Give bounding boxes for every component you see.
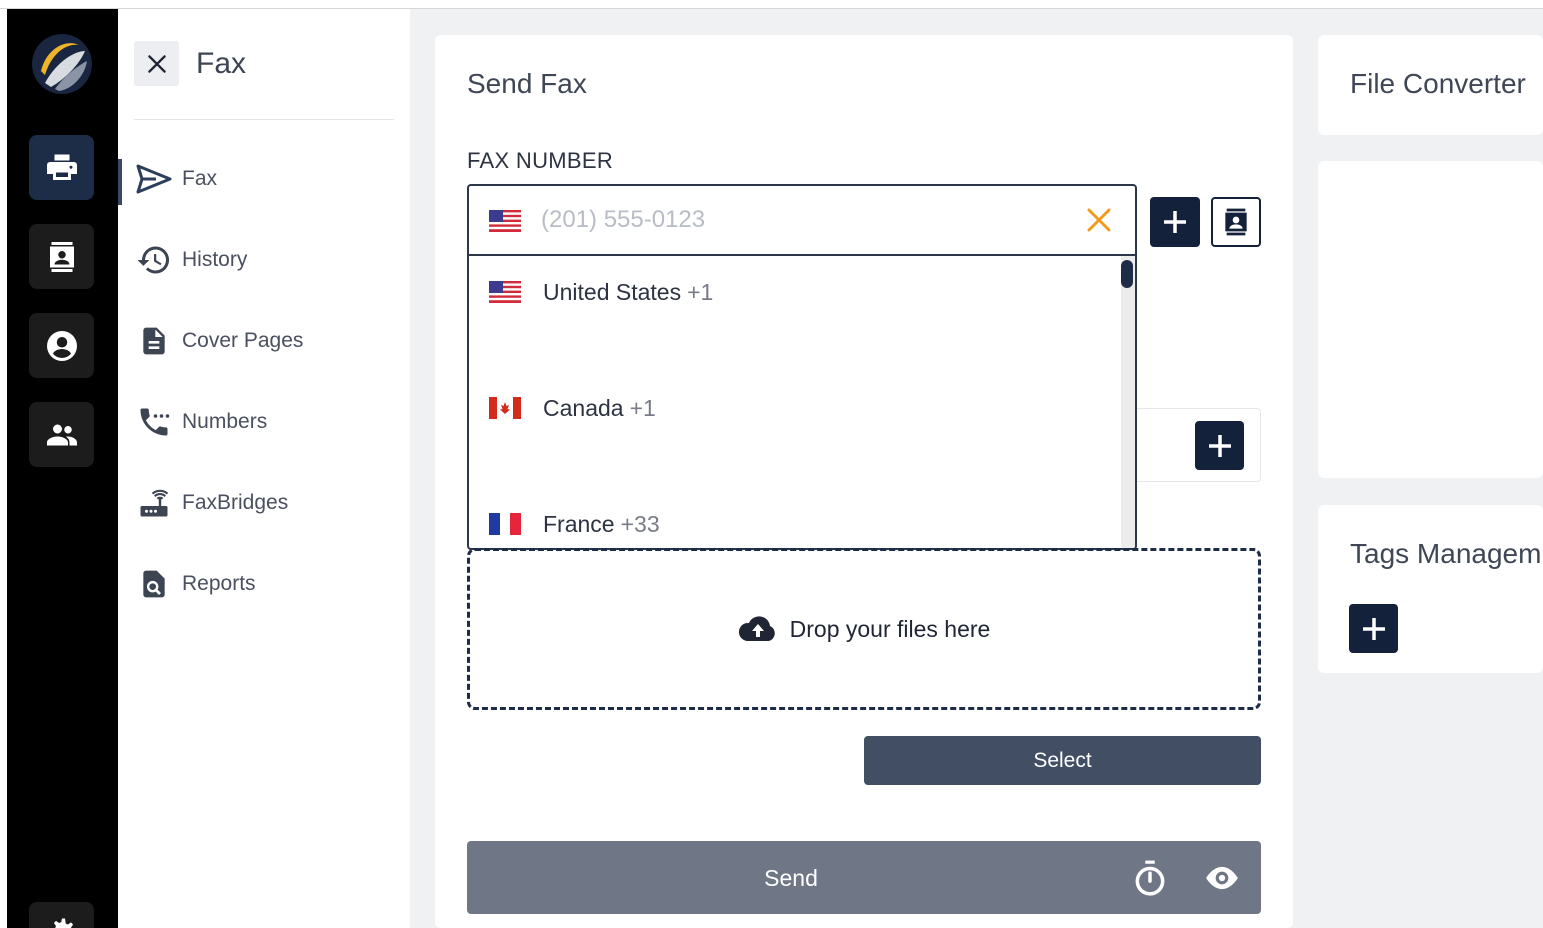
app-logo <box>29 31 95 97</box>
add-recipient-button[interactable] <box>1150 197 1200 247</box>
tags-management-title: Tags Managem <box>1350 538 1542 569</box>
send-button[interactable]: Send <box>467 841 1261 914</box>
canada-flag-icon <box>489 397 521 419</box>
timer-icon[interactable] <box>1131 859 1169 897</box>
nav-item-numbers[interactable]: Numbers <box>118 396 410 448</box>
send-icon <box>136 161 172 197</box>
nav-item-label: History <box>182 248 248 271</box>
dropzone-text: Drop your files here <box>789 615 991 642</box>
nav-item-cover-pages[interactable]: Cover Pages <box>118 315 410 367</box>
nav-item-label: Reports <box>182 572 256 595</box>
gear-icon <box>53 918 73 928</box>
add-cover-page-button[interactable] <box>1195 421 1244 470</box>
country-option-canada[interactable]: Canada +1 <box>469 378 1119 438</box>
us-flag-icon <box>489 281 521 303</box>
country-name: Canada <box>543 394 624 421</box>
contact-card-icon <box>49 241 74 272</box>
clear-input-icon[interactable] <box>1083 204 1115 236</box>
contact-card-icon <box>1225 208 1247 236</box>
user-circle-icon <box>46 330 77 361</box>
rail-account-button[interactable] <box>29 313 94 378</box>
nav-item-faxbridges[interactable]: FaxBridges <box>118 477 410 529</box>
send-fax-title: Send Fax <box>467 68 587 99</box>
router-icon <box>136 485 172 521</box>
file-dropzone[interactable]: Drop your files here <box>467 548 1261 710</box>
nav-item-reports[interactable]: Reports <box>118 558 410 610</box>
fax-number-input[interactable] <box>541 204 1061 236</box>
add-tag-button[interactable] <box>1349 604 1398 653</box>
nav-item-label: FaxBridges <box>182 491 289 514</box>
rail-contacts-button[interactable] <box>29 224 94 289</box>
country-option-us[interactable]: United States +1 <box>469 262 1119 322</box>
country-code: +1 <box>687 278 714 305</box>
printer-icon <box>46 154 77 180</box>
history-icon <box>136 242 172 278</box>
country-name: France <box>543 510 615 537</box>
rail-team-button[interactable] <box>29 402 94 467</box>
nav-item-history[interactable]: History <box>118 234 410 286</box>
country-option-france[interactable]: France +33 <box>469 494 1119 548</box>
country-name: United States <box>543 278 682 305</box>
fax-number-label: FAX NUMBER <box>467 148 614 173</box>
france-flag-icon <box>489 513 521 535</box>
plus-icon <box>1164 211 1186 233</box>
dropdown-scrollbar[interactable] <box>1121 256 1135 548</box>
nav-item-label: Cover Pages <box>182 329 304 352</box>
left-gutter <box>0 9 7 928</box>
contacts-picker-button[interactable] <box>1211 197 1261 247</box>
country-code: +33 <box>620 510 660 537</box>
icon-rail <box>7 9 118 928</box>
tags-management-card: Tags Managem <box>1318 505 1543 673</box>
sub-navigation: Fax Fax History Cover Pages Numbers FaxB… <box>118 9 410 928</box>
group-icon <box>46 424 77 445</box>
close-panel-button[interactable] <box>134 41 179 86</box>
subnav-divider <box>134 119 394 120</box>
plus-icon <box>1208 434 1231 457</box>
phone-dots-icon <box>136 404 172 440</box>
file-converter-title: File Converter <box>1350 68 1526 99</box>
nav-item-label: Numbers <box>182 410 268 433</box>
plus-icon <box>1362 617 1385 640</box>
nav-item-label: Fax <box>182 167 218 190</box>
eye-icon[interactable] <box>1203 859 1241 897</box>
rail-fax-button[interactable] <box>29 135 94 200</box>
converter-body-card <box>1318 161 1543 478</box>
send-button-label: Send <box>764 865 818 891</box>
rail-settings-button[interactable] <box>29 902 94 928</box>
us-flag-icon[interactable] <box>489 210 521 232</box>
report-search-icon <box>136 566 172 602</box>
cloud-upload-icon <box>738 616 775 641</box>
document-icon <box>136 323 172 359</box>
country-dropdown: United States +1 Canada +1 France +33 <box>467 256 1137 550</box>
country-code: +1 <box>629 394 656 421</box>
close-icon <box>147 54 166 73</box>
fax-number-field <box>467 184 1137 256</box>
dropdown-scroll-thumb[interactable] <box>1121 260 1133 288</box>
subnav-title: Fax <box>196 47 247 80</box>
select-files-button[interactable]: Select <box>864 736 1261 785</box>
nav-item-fax[interactable]: Fax <box>118 153 410 205</box>
